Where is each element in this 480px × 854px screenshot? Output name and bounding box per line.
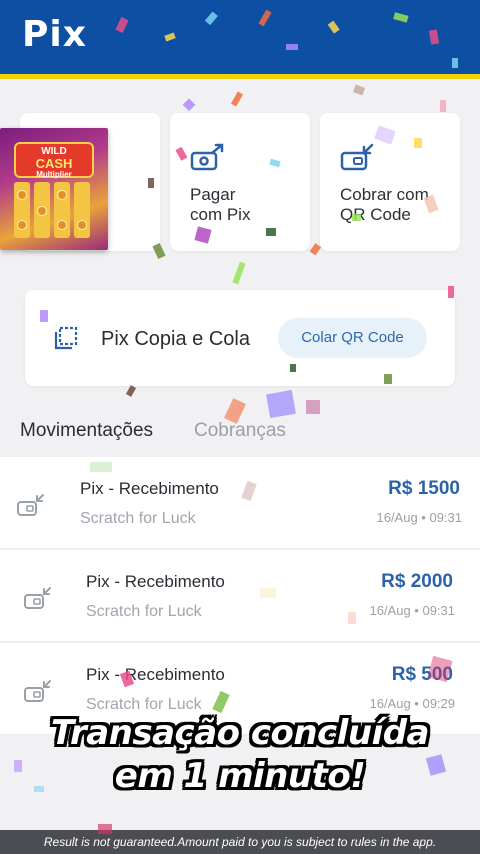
header-stripe	[0, 74, 480, 79]
wallet-receive-icon	[17, 494, 44, 516]
wallet-receive-icon	[24, 587, 51, 609]
transaction-date: 16/Aug • 09:31	[376, 510, 462, 525]
transaction-date: 16/Aug • 09:29	[369, 696, 455, 711]
coin-icon	[57, 220, 67, 230]
transaction-subtitle: Scratch for Luck	[86, 603, 202, 620]
disclaimer-bar: Result is not guaranteed.Amount paid to …	[0, 830, 480, 854]
wallet-in-icon	[340, 143, 374, 171]
transaction-row[interactable]: Pix - Recebimento Scratch for Luck R$ 15…	[0, 457, 480, 549]
coin-icon	[17, 190, 27, 200]
caption-line1: Transação concluída	[50, 713, 430, 753]
coin-icon	[77, 220, 87, 230]
transaction-date: 16/Aug • 09:31	[369, 603, 455, 618]
paste-qr-button[interactable]: Colar QR Code	[278, 318, 427, 358]
charge-card-label-line2: QR Code	[340, 205, 411, 224]
app-header: Pix	[0, 0, 480, 79]
app-title: Pix	[22, 14, 87, 55]
game-ad-thumbnail[interactable]: WILD CASH Multiplier	[0, 128, 108, 250]
copy-paste-label: Pix Copia e Cola	[101, 328, 250, 350]
ad-line3: Multiplier	[36, 170, 72, 179]
pay-with-pix-card[interactable]: Pagar com Pix	[170, 113, 310, 251]
coin-icon	[17, 220, 27, 230]
wallet-receive-icon	[24, 680, 51, 702]
transaction-subtitle: Scratch for Luck	[86, 696, 202, 713]
coin-icon	[57, 190, 67, 200]
charge-card-label-line1: Cobrar com	[340, 185, 429, 204]
transaction-title: Pix - Recebimento	[86, 665, 225, 684]
coin-icon	[37, 206, 47, 216]
caption-line2: em 1 minuto!	[114, 756, 366, 796]
transaction-row[interactable]: Pix - Recebimento Scratch for Luck R$ 20…	[0, 550, 480, 642]
copy-paste-card: Pix Copia e Cola Colar QR Code	[25, 290, 455, 386]
transaction-title: Pix - Recebimento	[86, 572, 225, 591]
transaction-amount: R$ 2000	[381, 571, 453, 592]
tab-movimentacoes[interactable]: Movimentações	[20, 420, 153, 442]
transaction-title: Pix - Recebimento	[80, 479, 219, 498]
ad-line2: CASH	[35, 156, 73, 171]
transaction-amount: R$ 1500	[388, 478, 460, 499]
scan-pay-icon	[190, 143, 224, 171]
pay-card-label-line2: com Pix	[190, 205, 251, 224]
tab-cobrancas[interactable]: Cobranças	[194, 420, 286, 442]
charge-qr-card[interactable]: Cobrar com QR Code	[320, 113, 460, 251]
transaction-amount: R$ 500	[391, 664, 453, 685]
copy-square-icon	[54, 326, 78, 350]
ad-banner: WILD CASH Multiplier	[14, 142, 94, 179]
transaction-subtitle: Scratch for Luck	[80, 510, 196, 527]
pay-card-label-line1: Pagar	[190, 185, 236, 204]
